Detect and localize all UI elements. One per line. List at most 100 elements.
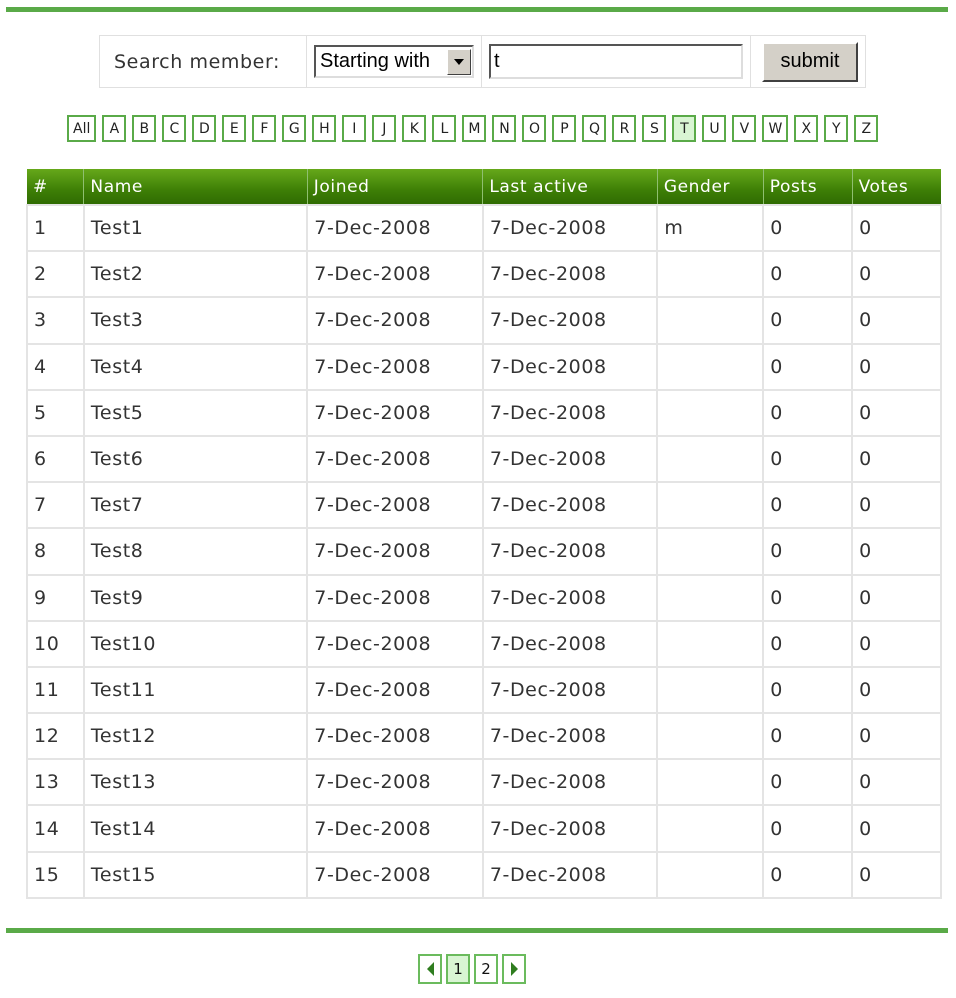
cell-last-active: 7-Dec-2008 bbox=[481, 203, 659, 253]
table-row: 4 Test4 7-Dec-2008 7-Dec-2008 0 0 bbox=[26, 342, 942, 391]
cell-posts: 0 bbox=[762, 296, 854, 345]
table-row: 2 Test2 7-Dec-2008 7-Dec-2008 0 0 bbox=[26, 250, 942, 299]
letter-filter-x[interactable]: X bbox=[794, 115, 819, 142]
cell-gender bbox=[656, 250, 765, 299]
letter-filter-u[interactable]: U bbox=[702, 115, 727, 142]
letter-filter-r[interactable]: R bbox=[612, 115, 637, 142]
cell-posts: 0 bbox=[762, 250, 854, 299]
prev-page-button[interactable] bbox=[418, 954, 442, 984]
cell-index: 2 bbox=[26, 250, 85, 299]
letter-filter-i[interactable]: I bbox=[342, 115, 367, 142]
letter-filter-q[interactable]: Q bbox=[582, 115, 607, 142]
letter-filter-c[interactable]: C bbox=[162, 115, 187, 142]
cell-votes: 0 bbox=[851, 342, 942, 391]
cell-posts: 0 bbox=[762, 758, 854, 807]
letter-filter-all[interactable]: All bbox=[67, 115, 97, 142]
cell-joined: 7-Dec-2008 bbox=[306, 527, 484, 576]
letter-filter-b[interactable]: B bbox=[132, 115, 157, 142]
cell-name[interactable]: Test1 bbox=[82, 203, 309, 253]
cell-name[interactable]: Test9 bbox=[82, 573, 309, 622]
column-header-index: # bbox=[27, 169, 84, 205]
letter-filter-v[interactable]: V bbox=[732, 115, 757, 142]
submit-button[interactable]: submit bbox=[762, 41, 858, 82]
cell-gender bbox=[656, 573, 765, 622]
cell-posts: 0 bbox=[762, 804, 854, 853]
cell-index: 4 bbox=[26, 342, 85, 391]
cell-gender bbox=[656, 712, 765, 761]
cell-joined: 7-Dec-2008 bbox=[306, 665, 484, 715]
cell-gender bbox=[656, 388, 765, 437]
letter-filter-e[interactable]: E bbox=[222, 115, 247, 142]
letter-filter-j[interactable]: J bbox=[372, 115, 397, 142]
cell-index: 9 bbox=[26, 573, 85, 622]
cell-last-active: 7-Dec-2008 bbox=[481, 296, 659, 345]
cell-joined: 7-Dec-2008 bbox=[306, 342, 484, 391]
bottom-divider bbox=[6, 928, 948, 933]
cell-posts: 0 bbox=[762, 434, 854, 484]
pagination: 12 bbox=[418, 954, 526, 984]
top-divider bbox=[6, 7, 948, 12]
cell-name[interactable]: Test5 bbox=[82, 388, 309, 437]
letter-filter-h[interactable]: H bbox=[312, 115, 337, 142]
letter-filter-y[interactable]: Y bbox=[824, 115, 849, 142]
search-input[interactable] bbox=[489, 44, 743, 79]
letter-filter-f[interactable]: F bbox=[252, 115, 277, 142]
cell-name[interactable]: Test12 bbox=[82, 712, 309, 761]
cell-joined: 7-Dec-2008 bbox=[306, 573, 484, 622]
cell-gender bbox=[656, 804, 765, 853]
letter-filter-a[interactable]: A bbox=[102, 115, 127, 142]
letter-filter-k[interactable]: K bbox=[402, 115, 427, 142]
letter-filter-l[interactable]: L bbox=[432, 115, 457, 142]
letter-filter-p[interactable]: P bbox=[552, 115, 577, 142]
cell-gender bbox=[656, 296, 765, 345]
cell-last-active: 7-Dec-2008 bbox=[481, 527, 659, 576]
cell-posts: 0 bbox=[762, 665, 854, 715]
cell-name[interactable]: Test3 bbox=[82, 296, 309, 345]
cell-name[interactable]: Test13 bbox=[82, 758, 309, 807]
cell-gender bbox=[656, 758, 765, 807]
cell-name[interactable]: Test15 bbox=[82, 850, 309, 899]
page-button-1[interactable]: 1 bbox=[446, 954, 470, 984]
cell-gender bbox=[656, 850, 765, 899]
cell-name[interactable]: Test4 bbox=[82, 342, 309, 391]
cell-last-active: 7-Dec-2008 bbox=[481, 250, 659, 299]
letter-filter-z[interactable]: Z bbox=[854, 115, 879, 142]
next-page-button[interactable] bbox=[502, 954, 526, 984]
cell-name[interactable]: Test6 bbox=[82, 434, 309, 484]
letter-filter-s[interactable]: S bbox=[642, 115, 667, 142]
table-row: 3 Test3 7-Dec-2008 7-Dec-2008 0 0 bbox=[26, 296, 942, 345]
cell-gender bbox=[656, 527, 765, 576]
cell-posts: 0 bbox=[762, 481, 854, 530]
dropdown-arrow-icon[interactable] bbox=[447, 48, 471, 75]
search-mode-select[interactable]: Starting with bbox=[314, 45, 474, 78]
cell-joined: 7-Dec-2008 bbox=[306, 481, 484, 530]
letter-filter-t[interactable]: T bbox=[672, 115, 697, 142]
letter-filter-g[interactable]: G bbox=[282, 115, 307, 142]
table-row: 10 Test10 7-Dec-2008 7-Dec-2008 0 0 bbox=[26, 619, 942, 668]
cell-name[interactable]: Test11 bbox=[82, 665, 309, 715]
cell-name[interactable]: Test8 bbox=[82, 527, 309, 576]
cell-index: 1 bbox=[26, 203, 85, 253]
letter-filter-o[interactable]: O bbox=[522, 115, 547, 142]
cell-joined: 7-Dec-2008 bbox=[306, 434, 484, 484]
search-input-cell bbox=[482, 36, 751, 87]
search-form: Search member: Starting with submit bbox=[99, 35, 866, 88]
cell-name[interactable]: Test7 bbox=[82, 481, 309, 530]
cell-name[interactable]: Test2 bbox=[82, 250, 309, 299]
cell-index: 3 bbox=[26, 296, 85, 345]
letter-filter-m[interactable]: M bbox=[462, 115, 487, 142]
cell-posts: 0 bbox=[762, 619, 854, 668]
cell-name[interactable]: Test10 bbox=[82, 619, 309, 668]
table-row: 12 Test12 7-Dec-2008 7-Dec-2008 0 0 bbox=[26, 712, 942, 761]
cell-joined: 7-Dec-2008 bbox=[306, 296, 484, 345]
page-button-2[interactable]: 2 bbox=[474, 954, 498, 984]
cell-index: 8 bbox=[26, 527, 85, 576]
letter-filter-w[interactable]: W bbox=[762, 115, 789, 142]
cell-votes: 0 bbox=[851, 619, 942, 668]
cell-name[interactable]: Test14 bbox=[82, 804, 309, 853]
cell-posts: 0 bbox=[762, 850, 854, 899]
letter-filter-d[interactable]: D bbox=[192, 115, 217, 142]
submit-cell: submit bbox=[751, 36, 865, 87]
cell-joined: 7-Dec-2008 bbox=[306, 203, 484, 253]
letter-filter-n[interactable]: N bbox=[492, 115, 517, 142]
